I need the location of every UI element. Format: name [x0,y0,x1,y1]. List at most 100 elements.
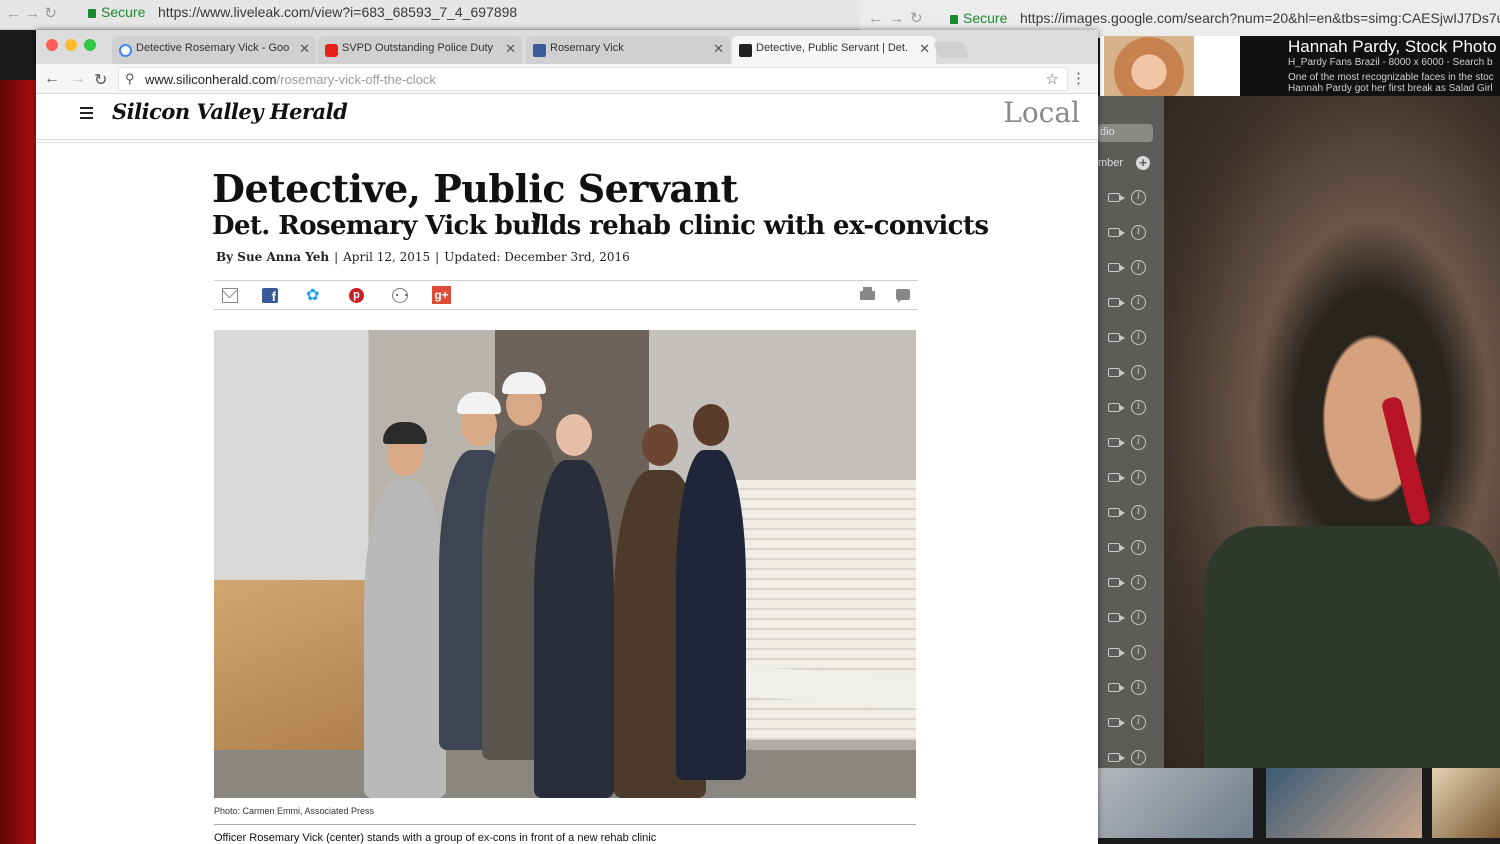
close-tab-icon[interactable]: ✕ [299,41,310,57]
pinterest-icon[interactable]: p [349,288,364,303]
mail-icon[interactable] [222,288,238,303]
print-icon[interactable] [860,287,875,300]
close-tab-icon[interactable]: ✕ [505,41,516,57]
facetime-contact-row[interactable]: i [1106,503,1156,523]
info-icon[interactable]: i [1131,575,1146,590]
facetime-contact-row[interactable]: i [1106,328,1156,348]
facetime-contact-row[interactable]: i [1106,223,1156,243]
facetime-contact-row[interactable]: i [1106,258,1156,278]
thumbnail[interactable] [1432,768,1500,838]
video-camera-icon[interactable] [1108,508,1125,517]
tab-facebook[interactable]: Rosemary Vick ✕ [526,36,730,64]
info-icon[interactable]: i [1131,400,1146,415]
image-result-card[interactable]: Hannah Pardy, Stock Photo M H_Pardy Fans… [1240,36,1500,96]
tab-bar: Detective Rosemary Vick - Goo ✕ SVPD Out… [36,30,1098,64]
video-camera-icon[interactable] [1108,193,1125,202]
address-bar[interactable]: https://www.liveleak.com/view?i=683_6859… [158,4,517,20]
info-icon[interactable]: i [1131,505,1146,520]
photo-caption: Photo: Carmen Emmi, Associated Press [214,806,375,816]
video-camera-icon[interactable] [1108,473,1125,482]
facetime-contact-row[interactable]: i [1106,608,1156,628]
facetime-contact-row[interactable]: i [1106,643,1156,663]
result-title[interactable]: Hannah Pardy, Stock Photo M [1288,37,1500,57]
video-camera-icon[interactable] [1108,298,1125,307]
video-camera-icon[interactable] [1108,613,1125,622]
facetime-contact-row[interactable]: i [1106,713,1156,733]
hamburger-menu-icon[interactable] [80,107,93,119]
info-icon[interactable]: i [1131,715,1146,730]
facetime-contact-row[interactable]: i [1106,293,1156,313]
info-icon[interactable]: i [1131,645,1146,660]
close-window-button[interactable] [46,39,58,51]
video-camera-icon[interactable] [1108,753,1125,762]
tab-article[interactable]: Detective, Public Servant | Det. ✕ [732,36,936,64]
info-icon[interactable]: i [1131,330,1146,345]
video-camera-icon[interactable] [1108,578,1125,587]
info-icon[interactable]: i [1131,470,1146,485]
facetime-contact-row[interactable]: i [1106,188,1156,208]
close-tab-icon[interactable]: ✕ [919,41,930,57]
video-camera-icon[interactable] [1108,228,1125,237]
article: Detective, Public Servant Det. Rosemary … [212,168,989,844]
video-camera-icon[interactable] [1108,438,1125,447]
back-arrow-icon[interactable]: ← [44,70,60,88]
image-result-thumbnail[interactable] [1104,36,1194,96]
info-icon[interactable]: i [1131,225,1146,240]
nav-arrows-icon[interactable]: ← → ↻ [6,4,57,22]
info-icon[interactable]: i [1131,750,1146,765]
section-label[interactable]: Local [1003,96,1080,129]
facetime-contact-row[interactable]: i [1106,538,1156,558]
nav-arrows-icon[interactable]: ←→↻ [868,9,929,27]
close-tab-icon[interactable]: ✕ [713,41,724,57]
info-icon[interactable]: i [1131,435,1146,450]
facetime-contact-row[interactable]: i [1106,573,1156,593]
comment-icon[interactable] [896,289,910,303]
facetime-contact-row[interactable]: i [1106,363,1156,383]
video-camera-icon[interactable] [1108,543,1125,552]
thumbnail[interactable] [1098,768,1253,838]
facebook-icon[interactable]: f [262,288,278,304]
reload-icon[interactable]: ↻ [94,70,107,90]
site-logo[interactable]: Silicon Valley Herald [112,99,348,124]
facetime-contact-row[interactable]: i [1106,468,1156,488]
photo-person [364,422,446,798]
facetime-contact-row[interactable]: i [1106,748,1156,768]
facetime-contact-row[interactable]: i [1106,678,1156,698]
video-camera-icon[interactable] [1108,648,1125,657]
thumbnail[interactable] [1266,768,1422,838]
byline: By Sue Anna Yeh | April 12, 2015 | Updated: … [216,250,630,264]
info-icon[interactable]: i [1131,610,1146,625]
add-contact-icon[interactable]: + [1136,156,1150,170]
info-icon[interactable]: i [1131,680,1146,695]
video-camera-icon[interactable] [1108,683,1125,692]
maximize-window-button[interactable] [84,39,96,51]
video-camera-icon[interactable] [1108,333,1125,342]
video-camera-icon[interactable] [1108,263,1125,272]
bookmark-star-icon[interactable]: ☆ [1046,70,1059,88]
site-header: Silicon Valley Herald Local [36,94,1098,143]
twitter-icon[interactable]: ✿ [306,288,322,304]
facetime-audio-tab[interactable]: dio [1098,124,1153,142]
tab-youtube[interactable]: SVPD Outstanding Police Duty ✕ [318,36,522,64]
reddit-icon[interactable] [392,288,408,303]
address-bar[interactable]: ⚲ www.siliconherald.com/rosemary-vick-of… [118,67,1068,91]
lock-icon [950,15,958,24]
menu-dots-icon[interactable]: ⋮ [1071,69,1086,87]
facetime-contact-row[interactable]: i [1106,433,1156,453]
info-icon[interactable]: i [1131,540,1146,555]
google-plus-icon[interactable]: g+ [432,286,451,304]
minimize-window-button[interactable] [65,39,77,51]
video-camera-icon[interactable] [1108,718,1125,727]
info-icon[interactable]: i [1131,260,1146,275]
new-tab-button[interactable] [933,42,969,58]
author[interactable]: By Sue Anna Yeh [216,250,329,264]
forward-arrow-icon[interactable]: → [70,70,86,88]
video-camera-icon[interactable] [1108,403,1125,412]
info-icon[interactable]: i [1131,365,1146,380]
video-camera-icon[interactable] [1108,368,1125,377]
tab-google-search[interactable]: Detective Rosemary Vick - Goo ✕ [112,36,316,64]
facetime-contact-row[interactable]: i [1106,398,1156,418]
info-icon[interactable]: i [1131,295,1146,310]
info-icon[interactable]: i [1131,190,1146,205]
address-bar[interactable]: https://images.google.com/search?num=20&… [1020,10,1500,26]
